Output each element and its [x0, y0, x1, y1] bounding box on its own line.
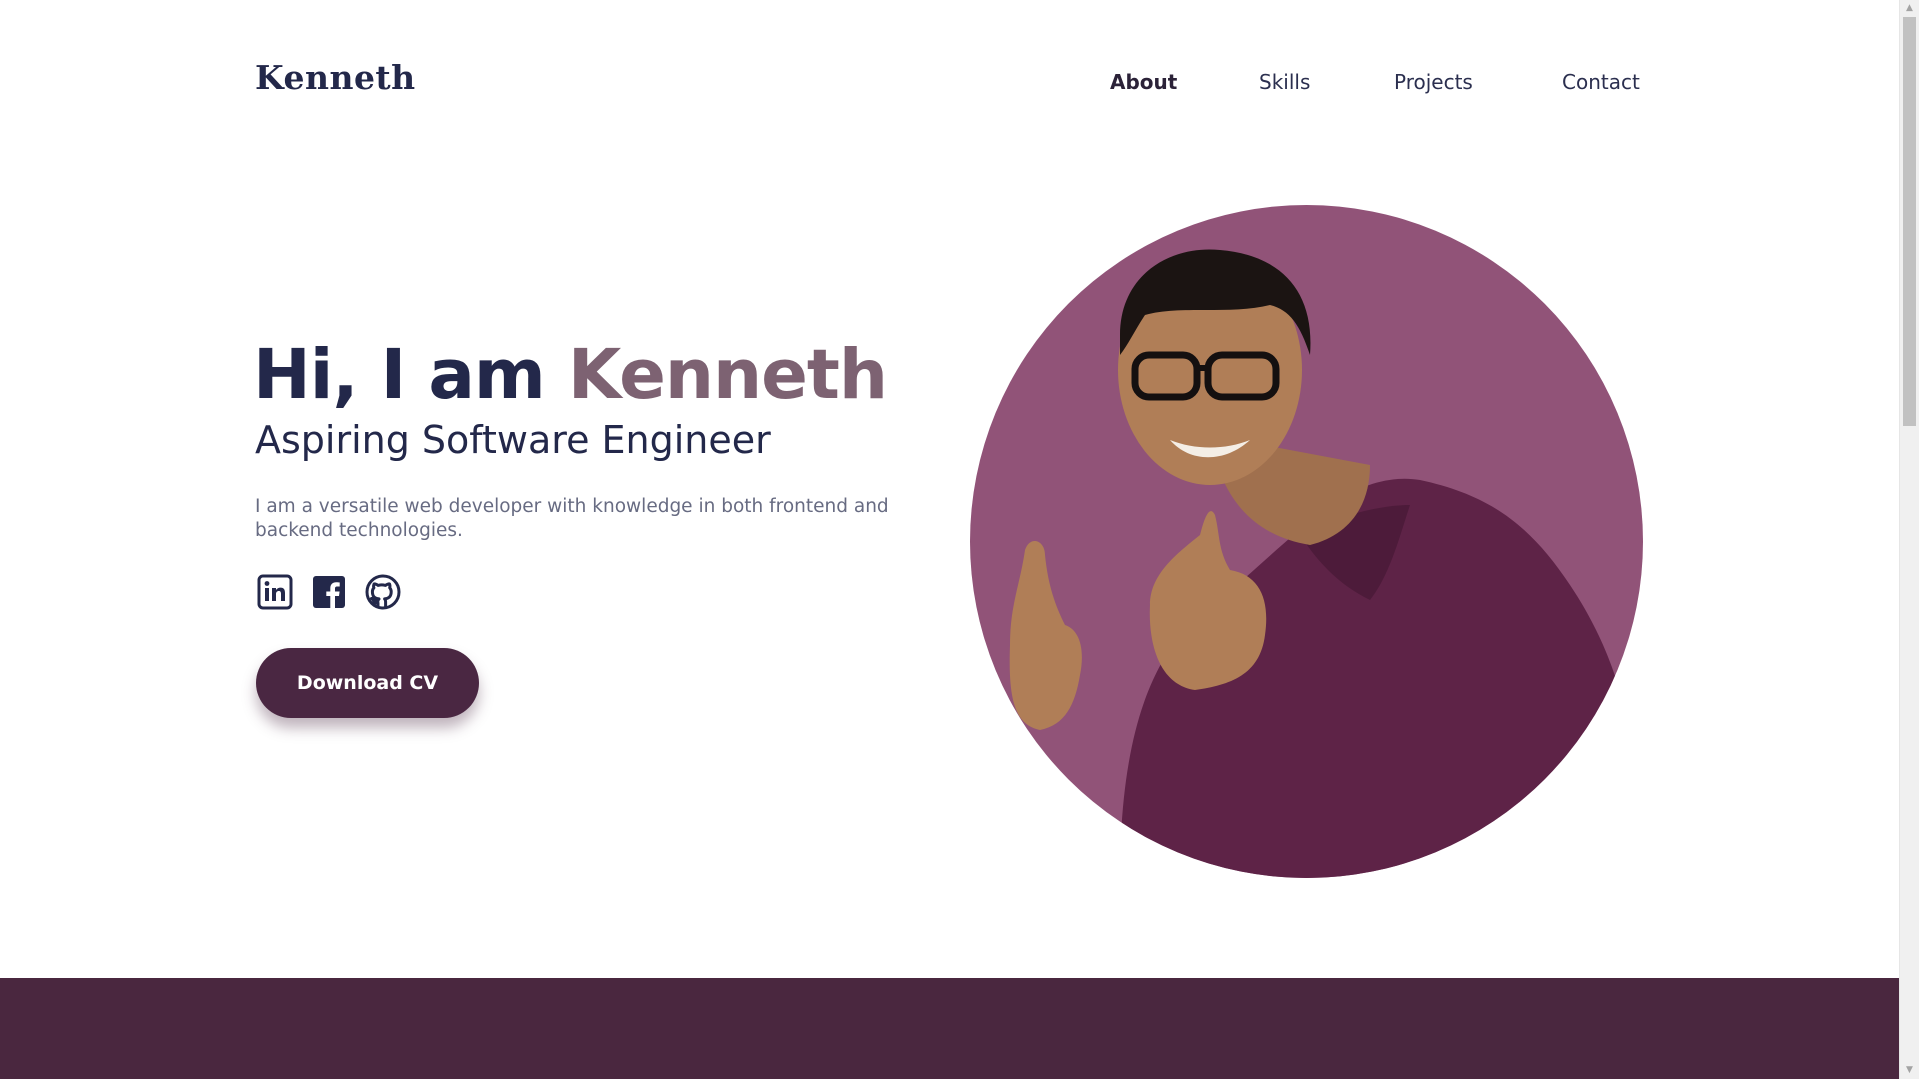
hero-title: Hi, I am Kenneth: [253, 335, 888, 415]
hero-greeting: Hi, I am: [253, 335, 568, 415]
main-nav: About Skills Projects Contact: [0, 70, 1899, 100]
person-photo: [1009, 249, 1643, 878]
profile-portrait: [970, 205, 1643, 878]
facebook-icon[interactable]: [310, 573, 348, 611]
download-cv-button[interactable]: Download CV: [256, 648, 479, 718]
nav-about[interactable]: About: [1110, 70, 1177, 94]
scroll-up-arrow-icon[interactable]: ▲: [1900, 0, 1919, 17]
linkedin-icon[interactable]: [256, 573, 294, 611]
nav-contact[interactable]: Contact: [1562, 70, 1640, 94]
nav-skills[interactable]: Skills: [1259, 70, 1310, 94]
next-section-band: [0, 978, 1899, 1079]
nav-projects[interactable]: Projects: [1394, 70, 1473, 94]
scroll-thumb[interactable]: [1903, 17, 1916, 426]
github-icon[interactable]: [364, 573, 402, 611]
vertical-scrollbar[interactable]: ▲ ▼: [1899, 0, 1919, 1079]
hero-description: I am a versatile web developer with know…: [255, 496, 889, 541]
hero-name: Kenneth: [567, 335, 888, 415]
scroll-down-arrow-icon[interactable]: ▼: [1900, 1062, 1919, 1079]
page: Kenneth About Skills Projects Contact Hi…: [0, 0, 1899, 1079]
hero-subtitle: Aspiring Software Engineer: [255, 418, 771, 462]
